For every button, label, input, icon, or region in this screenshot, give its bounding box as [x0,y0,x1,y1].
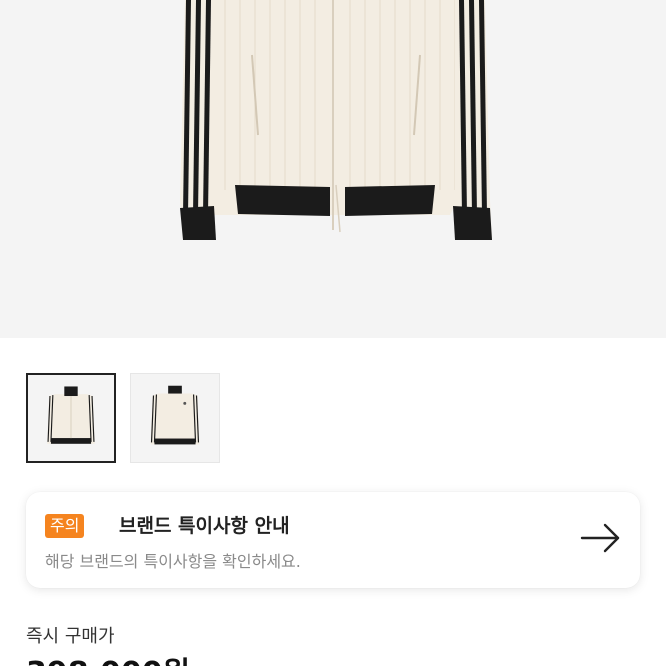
thumbnail-2[interactable] [130,373,220,463]
jacket-thumbnail-image [47,386,95,444]
jacket-image [180,0,492,240]
jacket-thumbnail-image [150,385,200,445]
product-image[interactable] [0,0,666,338]
brand-notice-card[interactable]: 주의 브랜드 특이사항 안내 해당 브랜드의 특이사항을 확인하세요. [26,492,640,588]
thumbnail-1[interactable] [26,373,116,463]
thumbnail-list [26,373,220,463]
arrow-right-icon[interactable] [580,522,622,554]
caution-badge: 주의 [45,514,85,538]
notice-description: 해당 브랜드의 특이사항을 확인하세요. [45,552,301,571]
instant-buy-price: 398,000원 [26,648,190,666]
notice-title: 브랜드 특이사항 안내 [119,515,290,537]
instant-buy-label: 즉시 구매가 [26,626,115,647]
